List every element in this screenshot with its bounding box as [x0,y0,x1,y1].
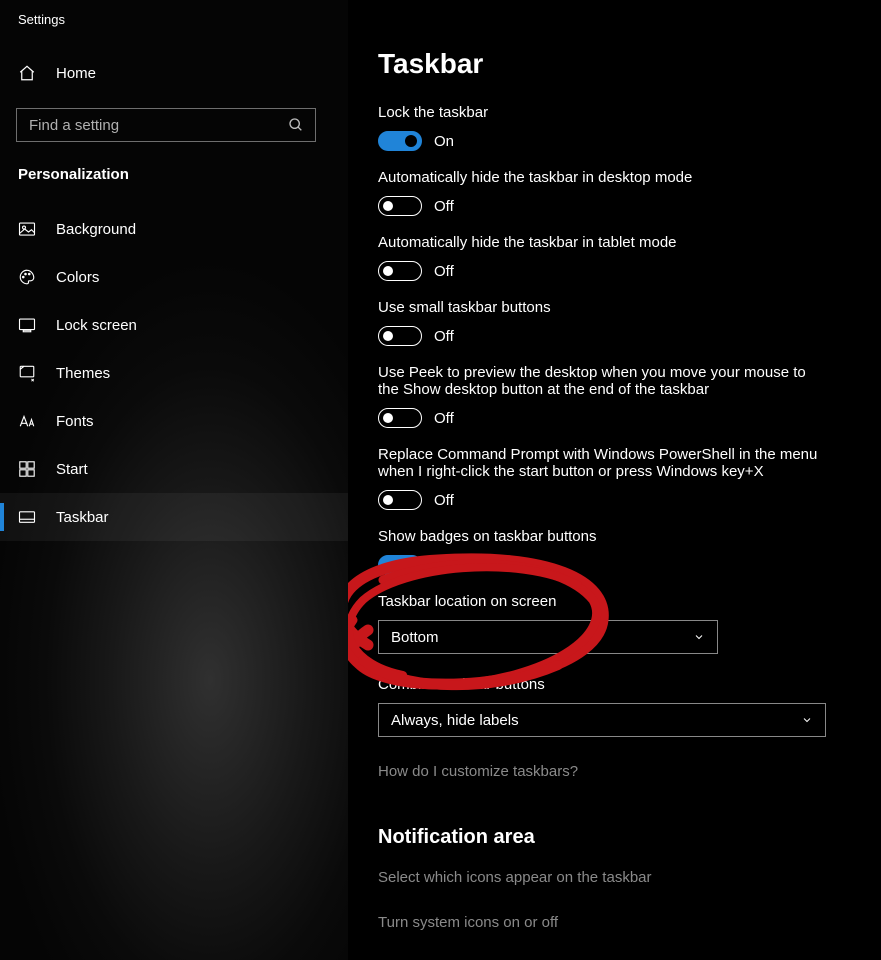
taskbar-icon [18,510,36,524]
sidebar-item-colors[interactable]: Colors [0,253,348,301]
fonts-icon [18,413,36,429]
chevron-down-icon [693,631,705,643]
link-system-icons[interactable]: Turn system icons on or off [378,914,861,931]
toggle-powershell[interactable] [378,490,422,510]
sidebar-item-themes[interactable]: Themes [0,349,348,397]
picture-icon [18,221,36,237]
toggle-state: On [434,557,454,574]
sidebar-item-label: Start [56,461,88,478]
setting-label: Use small taskbar buttons [378,299,818,316]
sidebar-item-start[interactable]: Start [0,445,348,493]
toggle-state: Off [434,198,454,215]
setting-label: Replace Command Prompt with Windows Powe… [378,446,818,480]
setting-label: Show badges on taskbar buttons [378,528,818,545]
search-container [16,108,316,142]
section-title: Personalization [0,142,348,187]
setting-label: Automatically hide the taskbar in tablet… [378,234,818,251]
toggle-small-buttons[interactable] [378,326,422,346]
toggle-state: Off [434,328,454,345]
dropdown-combine-buttons[interactable]: Always, hide labels [378,703,826,737]
setting-combine-buttons: Combine taskbar buttons Always, hide lab… [378,676,818,737]
toggle-state: Off [434,410,454,427]
sidebar-item-lockscreen[interactable]: Lock screen [0,301,348,349]
setting-small-buttons: Use small taskbar buttons Off [378,299,818,346]
setting-label: Combine taskbar buttons [378,676,818,693]
home-nav-item[interactable]: Home [0,48,348,98]
sidebar-item-label: Colors [56,269,99,286]
home-icon [18,64,36,82]
toggle-autohide-tablet[interactable] [378,261,422,281]
toggle-state: Off [434,492,454,509]
sidebar-item-label: Taskbar [56,509,109,526]
themes-icon [18,364,36,382]
sidebar-nav: Background Colors Lock screen [0,205,348,541]
setting-label: Lock the taskbar [378,104,818,121]
sidebar-item-label: Background [56,221,136,238]
setting-badges: Show badges on taskbar buttons On [378,528,818,575]
sidebar-item-label: Fonts [56,413,94,430]
settings-sidebar: Settings Home Personalization Background [0,0,348,960]
dropdown-value: Bottom [391,629,439,646]
toggle-state: Off [434,263,454,280]
setting-powershell: Replace Command Prompt with Windows Powe… [378,446,818,510]
toggle-use-peek[interactable] [378,408,422,428]
start-icon [18,461,36,477]
search-input[interactable] [16,108,316,142]
sidebar-item-taskbar[interactable]: Taskbar [0,493,348,541]
setting-label: Use Peek to preview the desktop when you… [378,364,818,398]
home-label: Home [56,65,96,82]
setting-label: Taskbar location on screen [378,593,818,610]
toggle-state: On [434,133,454,150]
palette-icon [18,268,36,286]
sidebar-item-label: Themes [56,365,110,382]
toggle-badges[interactable] [378,555,422,575]
toggle-autohide-desktop[interactable] [378,196,422,216]
setting-use-peek: Use Peek to preview the desktop when you… [378,364,818,428]
notification-area-heading: Notification area [378,826,861,849]
sidebar-item-label: Lock screen [56,317,137,334]
toggle-lock-taskbar[interactable] [378,131,422,151]
setting-taskbar-location: Taskbar location on screen Bottom [378,593,818,654]
sidebar-item-background[interactable]: Background [0,205,348,253]
dropdown-value: Always, hide labels [391,712,519,729]
link-select-icons[interactable]: Select which icons appear on the taskbar [378,869,861,886]
app-title: Settings [0,0,348,40]
help-link-customize-taskbars[interactable]: How do I customize taskbars? [378,763,861,780]
setting-label: Automatically hide the taskbar in deskto… [378,169,818,186]
setting-lock-taskbar: Lock the taskbar On [378,104,818,151]
setting-autohide-tablet: Automatically hide the taskbar in tablet… [378,234,818,281]
sidebar-item-fonts[interactable]: Fonts [0,397,348,445]
main-content: Taskbar Lock the taskbar On Automaticall… [348,0,881,960]
setting-autohide-desktop: Automatically hide the taskbar in deskto… [378,169,818,216]
page-heading: Taskbar [378,48,861,80]
chevron-down-icon [801,714,813,726]
dropdown-taskbar-location[interactable]: Bottom [378,620,718,654]
lockscreen-icon [18,317,36,333]
